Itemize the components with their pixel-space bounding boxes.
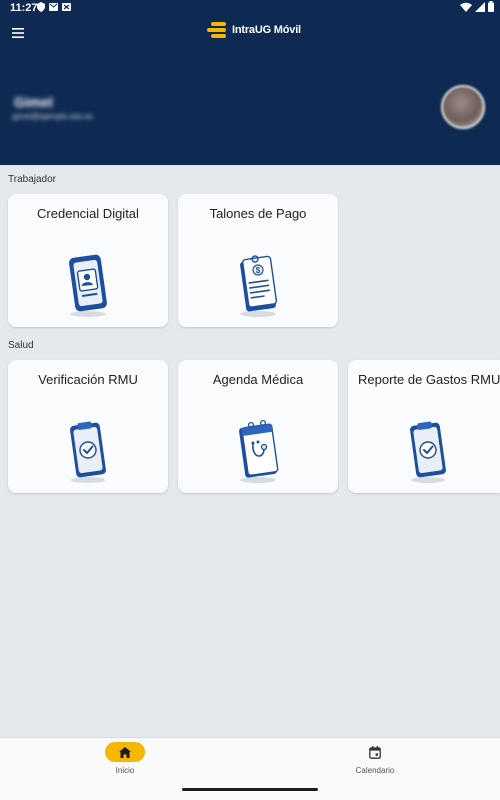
app-header: 11:27 IntraUG Móvil Gimel gimel@ejemplo.…: [0, 0, 500, 165]
pay-stub-icon: $: [240, 255, 278, 317]
shield-icon: [37, 2, 45, 12]
svg-text:$: $: [256, 266, 261, 275]
clipboard-check-icon: [410, 421, 446, 483]
phone-id-icon: [69, 254, 107, 317]
card-talones-de-pago[interactable]: Talones de Pago $: [178, 194, 338, 327]
nav-label-inicio: Inicio: [115, 766, 135, 775]
card-title: Verificación RMU: [38, 372, 138, 387]
nav-icon-container: [355, 742, 395, 762]
card-title: Talones de Pago: [209, 206, 307, 221]
card-credencial-digital[interactable]: Credencial Digital: [8, 194, 168, 327]
menu-button[interactable]: [8, 24, 28, 42]
status-bar: 11:27: [0, 0, 500, 16]
calendar-icon: [369, 745, 381, 759]
app-title: IntraUG Móvil: [232, 24, 301, 36]
card-verificacion-rmu[interactable]: Verificación RMU: [8, 360, 168, 493]
bottom-navigation: Inicio Calendario: [0, 737, 500, 800]
signal-icon: [475, 1, 485, 12]
nav-active-indicator: [105, 742, 145, 762]
mail-icon: [49, 3, 58, 11]
user-name: Gimel: [14, 94, 53, 110]
logo-icon: [207, 22, 226, 38]
status-time: 11:27: [10, 2, 38, 14]
menu-icon: [12, 28, 24, 38]
card-title: Reporte de Gastos RMU: [358, 372, 500, 387]
user-email: gimel@ejemplo.edu.ec: [12, 112, 94, 121]
card-title: Credencial Digital: [37, 206, 139, 221]
image-icon: [62, 3, 71, 11]
nav-label-calendario: Calendario: [355, 766, 395, 775]
gesture-handle[interactable]: [182, 788, 318, 791]
medical-calendar-icon: [239, 419, 279, 483]
wifi-icon: [460, 2, 472, 12]
card-agenda-medica[interactable]: Agenda Médica: [178, 360, 338, 493]
home-icon: [119, 746, 131, 758]
avatar[interactable]: [441, 85, 485, 129]
section-label-trabajador: Trabajador: [8, 174, 56, 185]
card-title: Agenda Médica: [212, 372, 304, 387]
section-label-salud: Salud: [8, 340, 34, 351]
battery-icon: [488, 1, 494, 12]
app-logo: IntraUG Móvil: [207, 22, 301, 38]
nav-item-calendario[interactable]: Calendario: [305, 742, 445, 782]
card-reporte-de-gastos-rmu[interactable]: Reporte de Gastos RMU: [348, 360, 500, 493]
nav-item-inicio[interactable]: Inicio: [55, 742, 195, 782]
clipboard-check-icon: [70, 421, 106, 483]
